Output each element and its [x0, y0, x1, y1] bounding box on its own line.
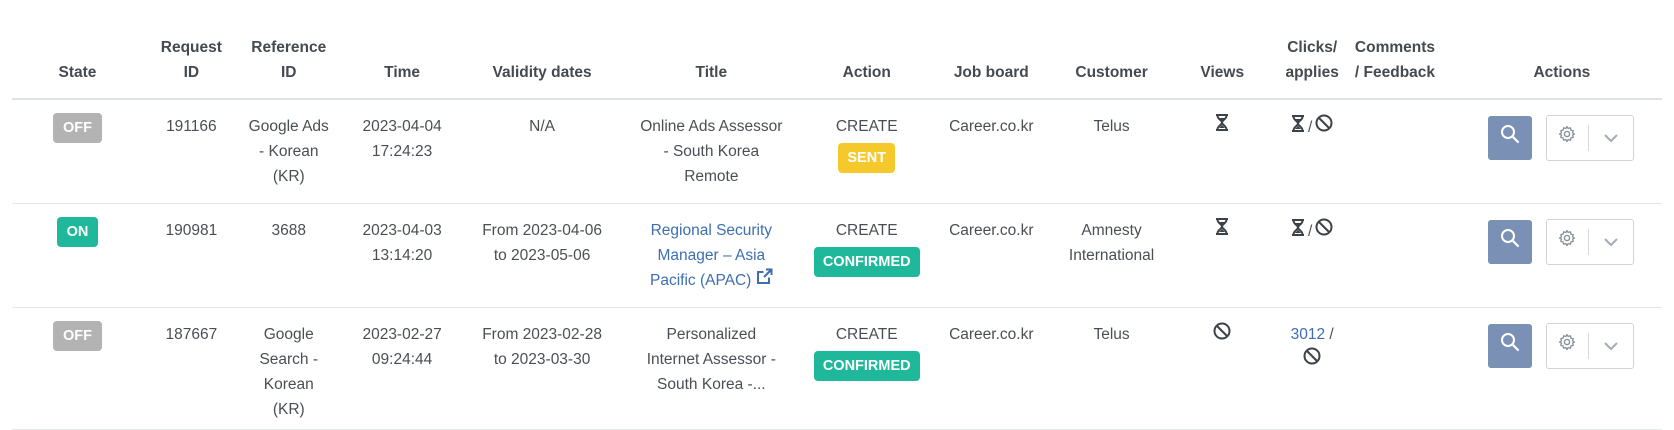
- state-toggle-on[interactable]: ON: [56, 217, 99, 247]
- job-board: Career.co.kr: [928, 307, 1055, 430]
- views-cell: [1169, 203, 1276, 308]
- action-label: CREATE: [835, 222, 898, 239]
- search-icon: [1500, 228, 1520, 256]
- job-board: Career.co.kr: [928, 203, 1055, 308]
- customer: Amnesty International: [1054, 203, 1170, 308]
- time: 2023-04-03 13:14:20: [337, 203, 467, 308]
- job-posts-table: State Request ID Reference ID Time Validit…: [12, 0, 1662, 430]
- header-time[interactable]: Time: [337, 0, 467, 100]
- table-row: OFF 191166 Google Ads - Korean (KR) 2023-0…: [12, 99, 1662, 204]
- dropdown-toggle[interactable]: [1589, 230, 1633, 255]
- header-actions: Actions: [1461, 0, 1662, 100]
- request-id: 190981: [142, 203, 240, 308]
- ban-icon: [1213, 322, 1231, 348]
- views-cell: [1169, 99, 1276, 204]
- reference-id: 3688: [239, 203, 338, 308]
- validity-dates: N/A: [466, 99, 618, 204]
- job-board: Career.co.kr: [928, 99, 1055, 204]
- header-reference-id[interactable]: Reference ID: [239, 0, 338, 100]
- hourglass-icon: [1215, 114, 1229, 139]
- ban-icon: [1315, 218, 1333, 244]
- reference-id: Google Search - Korean (KR): [239, 307, 338, 430]
- settings-button[interactable]: [1547, 333, 1589, 359]
- action-cell: CREATE SENT: [805, 99, 929, 204]
- hourglass-icon: [1291, 114, 1305, 140]
- status-badge: CONFIRMED: [813, 351, 920, 381]
- action-cell: CREATE CONFIRMED: [805, 307, 929, 430]
- title: Personalized Internet Assessor - South Kor…: [617, 307, 805, 430]
- settings-dropdown[interactable]: [1545, 219, 1634, 265]
- settings-button[interactable]: [1547, 125, 1589, 151]
- views-cell: [1169, 307, 1276, 430]
- settings-dropdown[interactable]: [1545, 323, 1634, 369]
- time: 2023-02-27 09:24:44: [337, 307, 467, 430]
- reference-id: Google Ads - Korean (KR): [239, 99, 338, 204]
- state-cell: ON: [12, 203, 143, 308]
- action-cell: CREATE CONFIRMED: [805, 203, 929, 308]
- chevron-down-icon: [1603, 230, 1619, 255]
- action-label: CREATE: [835, 326, 898, 343]
- comments-feedback: [1348, 203, 1462, 308]
- header-clicks-applies[interactable]: Clicks/applies: [1275, 0, 1349, 100]
- dropdown-toggle[interactable]: [1589, 334, 1633, 359]
- gear-icon: [1558, 333, 1576, 359]
- header-comments-feedback: Comments / Feedback: [1348, 0, 1462, 100]
- comments-feedback: [1348, 307, 1462, 430]
- search-button[interactable]: [1487, 116, 1532, 160]
- hourglass-icon: [1215, 218, 1229, 243]
- job-posts-table-container: State Request ID Reference ID Time Validit…: [0, 0, 1674, 430]
- validity-dates: From 2023-04-06 to 2023-05-06: [466, 203, 618, 308]
- clicks-applies-cell: /: [1275, 99, 1349, 204]
- title: Online Ads Assessor - South Korea Remote: [617, 99, 805, 204]
- header-title[interactable]: Title: [617, 0, 805, 100]
- actions-cell: [1461, 99, 1662, 204]
- table-row: ON 190981 3688 2023-04-03 13:14:20 From 2…: [12, 203, 1662, 308]
- search-icon: [1500, 332, 1520, 360]
- request-id: 191166: [142, 99, 240, 204]
- customer: Telus: [1054, 99, 1170, 204]
- status-badge: CONFIRMED: [813, 247, 920, 277]
- clicks-applies-cell: 3012 /: [1275, 307, 1349, 430]
- header-customer[interactable]: Customer: [1054, 0, 1170, 100]
- gear-icon: [1558, 229, 1576, 255]
- table-header-row: State Request ID Reference ID Time Validit…: [12, 0, 1662, 100]
- header-action[interactable]: Action: [805, 0, 929, 100]
- external-link-icon: [756, 268, 773, 293]
- clicks-link[interactable]: 3012: [1291, 326, 1325, 343]
- search-button[interactable]: [1487, 324, 1532, 368]
- validity-dates: From 2023-02-28 to 2023-03-30: [466, 307, 618, 430]
- search-icon: [1500, 124, 1520, 152]
- action-label: CREATE: [835, 118, 898, 135]
- time: 2023-04-04 17:24:23: [337, 99, 467, 204]
- header-job-board[interactable]: Job board: [928, 0, 1055, 100]
- header-views[interactable]: Views: [1169, 0, 1276, 100]
- ban-icon: [1303, 347, 1321, 373]
- chevron-down-icon: [1603, 126, 1619, 151]
- search-button[interactable]: [1487, 220, 1532, 264]
- settings-button[interactable]: [1547, 229, 1589, 255]
- state-cell: OFF: [12, 307, 143, 430]
- hourglass-icon: [1291, 218, 1305, 244]
- request-id: 187667: [142, 307, 240, 430]
- actions-cell: [1461, 203, 1662, 308]
- comments-feedback: [1348, 99, 1462, 204]
- customer: Telus: [1054, 307, 1170, 430]
- actions-cell: [1461, 307, 1662, 430]
- state-cell: OFF: [12, 99, 143, 204]
- state-toggle-off[interactable]: OFF: [52, 321, 102, 351]
- chevron-down-icon: [1603, 334, 1619, 359]
- dropdown-toggle[interactable]: [1589, 126, 1633, 151]
- title-cell: Regional Security Manager – Asia Pacific (…: [617, 203, 805, 308]
- gear-icon: [1558, 125, 1576, 151]
- header-validity-dates[interactable]: Validity dates: [466, 0, 618, 100]
- title-link[interactable]: Regional Security Manager – Asia Pacific (…: [650, 222, 773, 289]
- header-request-id[interactable]: Request ID: [142, 0, 240, 100]
- settings-dropdown[interactable]: [1545, 115, 1634, 161]
- header-state[interactable]: State: [12, 0, 143, 100]
- status-badge: SENT: [838, 143, 896, 173]
- clicks-applies-cell: /: [1275, 203, 1349, 308]
- state-toggle-off[interactable]: OFF: [52, 113, 102, 143]
- table-row: OFF 187667 Google Search - Korean (KR) 2023…: [12, 307, 1662, 430]
- ban-icon: [1315, 114, 1333, 140]
